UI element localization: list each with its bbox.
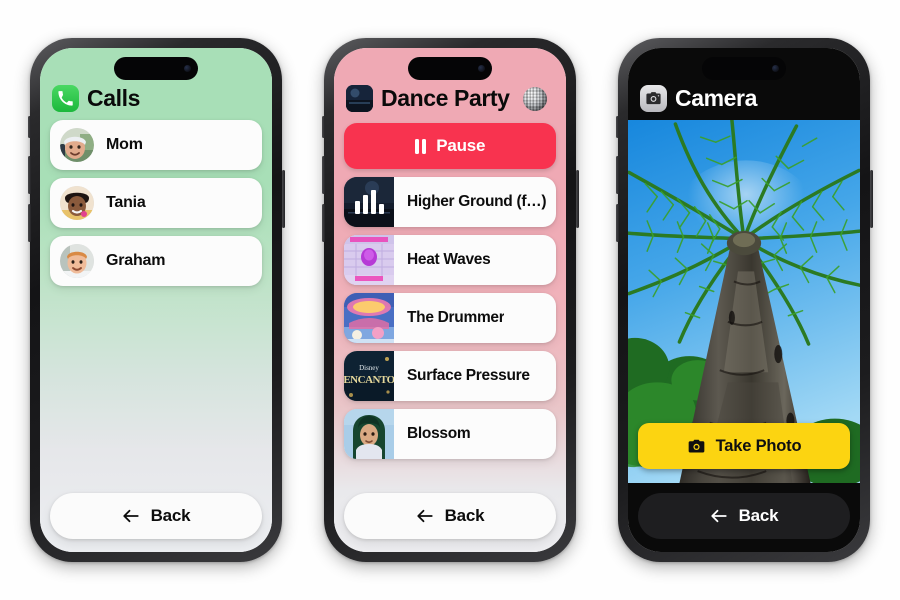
phone-device-calls: Calls Mom Tania Graham Back: [27, 38, 285, 562]
pause-label: Pause: [436, 136, 486, 155]
avatar: [60, 128, 94, 162]
camera-icon: [640, 85, 667, 112]
dynamic-island: [702, 57, 786, 80]
back-label: Back: [738, 506, 779, 526]
album-art: [344, 235, 394, 285]
arrow-left-icon: [710, 507, 728, 525]
power-button[interactable]: [575, 170, 579, 228]
contact-name: Graham: [106, 252, 166, 269]
volume-up-button[interactable]: [615, 156, 619, 194]
volume-up-button[interactable]: [27, 156, 31, 194]
page-title: Calls: [87, 85, 140, 111]
album-art-icon: [346, 85, 373, 112]
song-list: Higher Ground (f…) Heat Waves The Drumme…: [334, 177, 566, 459]
song-title: Higher Ground (f…): [407, 193, 547, 210]
song-row-the-drummer[interactable]: The Drummer: [344, 293, 556, 343]
volume-down-button[interactable]: [615, 204, 619, 242]
volume-up-button[interactable]: [321, 156, 325, 194]
album-art: [344, 409, 394, 459]
volume-down-button[interactable]: [27, 204, 31, 242]
contact-row-tania[interactable]: Tania: [50, 178, 262, 228]
front-camera-lens-icon: [478, 65, 485, 72]
camera-icon: [687, 437, 706, 456]
screen-camera: Camera Take Photo Back: [628, 48, 860, 552]
page-title: Camera: [675, 85, 757, 111]
volume-down-button[interactable]: [321, 204, 325, 242]
music-spacer: [334, 459, 566, 493]
song-title: The Drummer: [407, 309, 505, 326]
contacts-list: Mom Tania Graham: [40, 120, 272, 286]
take-photo-label: Take Photo: [715, 436, 802, 455]
phone-device-camera: Camera Take Photo Back: [615, 38, 873, 562]
dynamic-island: [408, 57, 492, 80]
album-art: [344, 177, 394, 227]
album-art: [344, 293, 394, 343]
front-camera-lens-icon: [772, 65, 779, 72]
album-art: Disney ENCANTO: [344, 351, 394, 401]
pause-icon: [414, 138, 427, 154]
dynamic-island: [114, 57, 198, 80]
power-button[interactable]: [281, 170, 285, 228]
screenshot-stage: Calls Mom Tania Graham Back Dance Party …: [0, 0, 900, 600]
camera-viewfinder[interactable]: Take Photo: [628, 120, 860, 484]
song-title: Surface Pressure: [407, 367, 530, 384]
power-button[interactable]: [869, 170, 873, 228]
back-button[interactable]: Back: [638, 493, 850, 539]
contact-row-mom[interactable]: Mom: [50, 120, 262, 170]
calls-spacer: [40, 286, 272, 493]
arrow-left-icon: [122, 507, 140, 525]
song-row-surface-pressure[interactable]: Disney ENCANTO Surface Pressure: [344, 351, 556, 401]
page-title: Dance Party: [381, 85, 510, 111]
back-label: Back: [150, 506, 191, 525]
svg-text:ENCANTO: ENCANTO: [344, 374, 394, 386]
contact-row-graham[interactable]: Graham: [50, 236, 262, 286]
front-camera-lens-icon: [184, 65, 191, 72]
svg-text:Disney: Disney: [359, 364, 379, 372]
contact-name: Tania: [106, 194, 146, 211]
take-photo-button[interactable]: Take Photo: [638, 423, 850, 470]
screen-music: Dance Party Pause Higher Ground (f…) Hea…: [334, 48, 566, 552]
song-row-blossom[interactable]: Blossom: [344, 409, 556, 459]
music-content: Dance Party Pause Higher Ground (f…) Hea…: [334, 48, 566, 552]
pause-button[interactable]: Pause: [344, 123, 556, 169]
avatar: [60, 244, 94, 278]
camera-content: Camera Take Photo Back: [628, 48, 860, 552]
phone-device-music: Dance Party Pause Higher Ground (f…) Hea…: [321, 38, 579, 562]
back-button[interactable]: Back: [344, 493, 556, 539]
silent-switch[interactable]: [27, 116, 31, 138]
song-title: Heat Waves: [407, 251, 491, 268]
song-row-heat-waves[interactable]: Heat Waves: [344, 235, 556, 285]
back-label: Back: [444, 506, 485, 525]
arrow-left-icon: [416, 507, 434, 525]
phone-icon: [52, 85, 79, 112]
back-button[interactable]: Back: [50, 493, 262, 539]
silent-switch[interactable]: [615, 116, 619, 138]
contact-name: Mom: [106, 136, 143, 153]
song-title: Blossom: [407, 425, 471, 442]
disco-ball-icon: [522, 86, 547, 111]
calls-content: Calls Mom Tania Graham Back: [40, 48, 272, 552]
song-row-higher-ground[interactable]: Higher Ground (f…): [344, 177, 556, 227]
silent-switch[interactable]: [321, 116, 325, 138]
now-playing-equalizer-icon: [344, 177, 394, 227]
screen-calls: Calls Mom Tania Graham Back: [40, 48, 272, 552]
avatar: [60, 186, 94, 220]
